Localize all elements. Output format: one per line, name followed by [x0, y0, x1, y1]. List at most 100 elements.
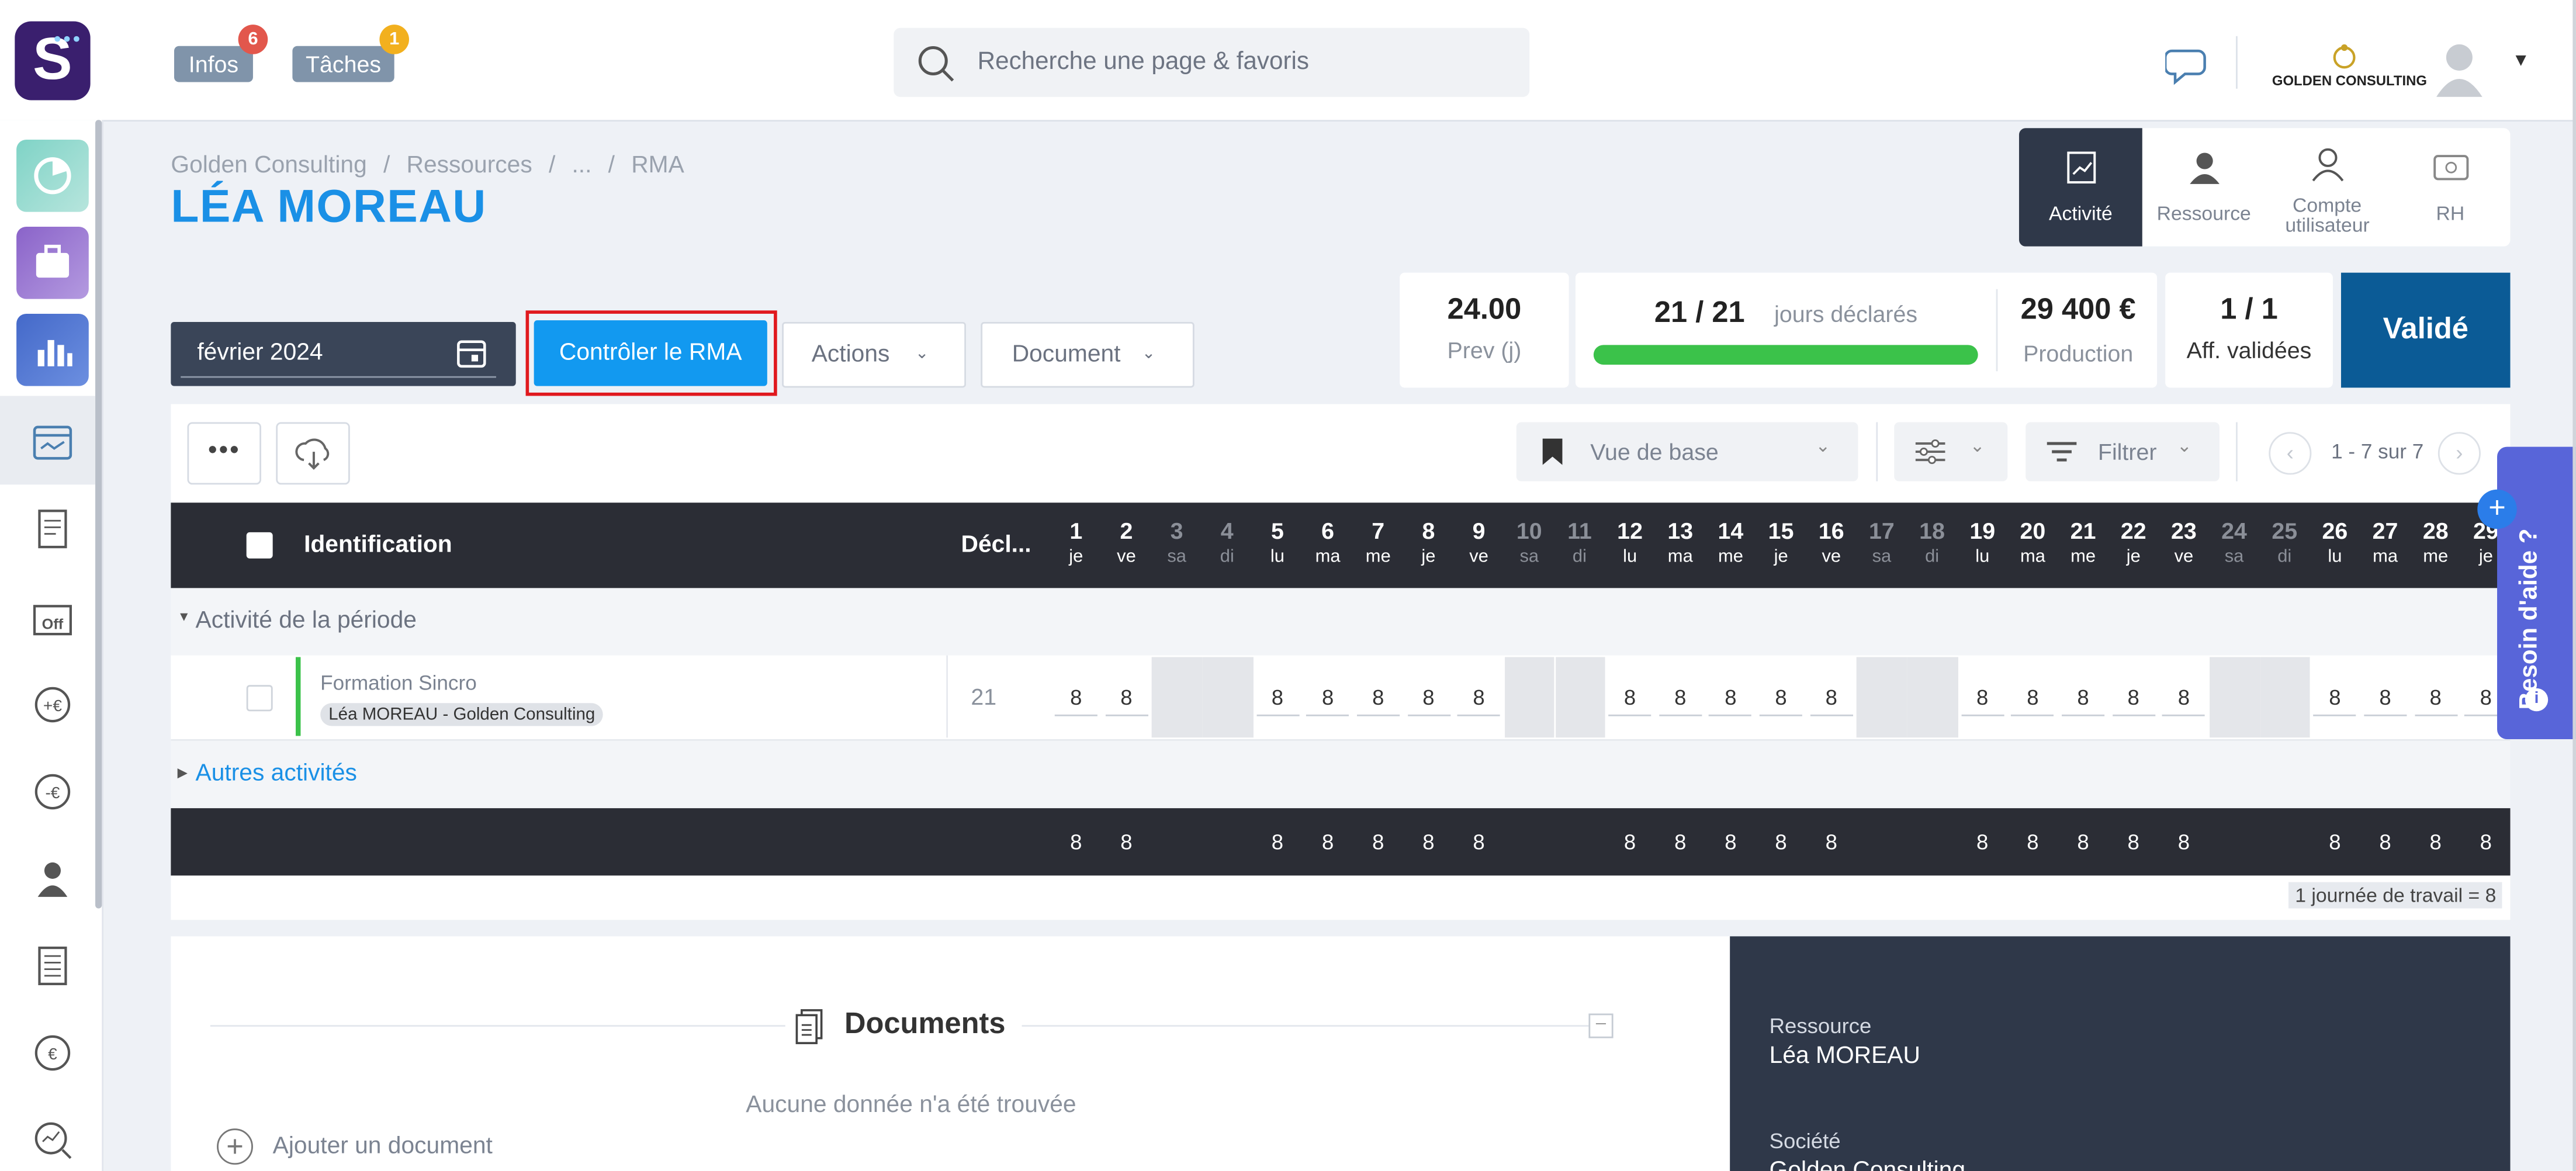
- day-cell-value[interactable]: 8: [1457, 685, 1500, 709]
- search-bar[interactable]: Recherche une page & favoris: [894, 27, 1530, 97]
- taches-button[interactable]: Tâches: [292, 46, 394, 82]
- app-logo[interactable]: S ●●●: [15, 21, 91, 101]
- day-cell-value[interactable]: 8: [1407, 685, 1450, 709]
- next-page-button[interactable]: ›: [2437, 432, 2481, 475]
- day-cell-value[interactable]: 8: [1609, 685, 1651, 709]
- view-selector[interactable]: Vue de base ⌄: [1516, 422, 1858, 481]
- day-header[interactable]: 6 ma: [1303, 518, 1352, 567]
- day-header[interactable]: 10 sa: [1505, 518, 1554, 567]
- day-cell-value[interactable]: 8: [1810, 685, 1853, 709]
- day-cell-value[interactable]: 8: [1961, 685, 2004, 709]
- col-declared[interactable]: Décl...: [961, 532, 1031, 559]
- day-header[interactable]: 21 me: [2058, 518, 2107, 567]
- day-cell-value[interactable]: 8: [1105, 685, 1148, 709]
- day-cell-value[interactable]: 8: [1307, 685, 1349, 709]
- more-options-button[interactable]: •••: [187, 422, 261, 485]
- actions-dropdown[interactable]: Actions ⌄: [782, 321, 966, 388]
- day-cell-value[interactable]: 8: [2162, 685, 2205, 709]
- sidebar-scrollbar[interactable]: [95, 120, 102, 909]
- day-header[interactable]: 1 je: [1051, 518, 1100, 567]
- avatar[interactable]: [2433, 41, 2485, 97]
- day-cell-value[interactable]: 8: [2112, 685, 2155, 709]
- day-cell-value[interactable]: 8: [2414, 685, 2457, 709]
- day-header[interactable]: 28 me: [2411, 518, 2460, 567]
- add-document-icon[interactable]: +: [217, 1128, 253, 1165]
- help-tab[interactable]: + Besoin d'aide ? i: [2477, 446, 2576, 740]
- controler-rma-button[interactable]: Contrôler le RMA: [534, 320, 767, 386]
- day-cell-value[interactable]: 8: [1709, 685, 1752, 709]
- document-list-icon[interactable]: [26, 940, 79, 992]
- document-dropdown[interactable]: Document ⌄: [981, 321, 1194, 388]
- prev-page-button[interactable]: ‹: [2269, 432, 2312, 475]
- infos-button[interactable]: Infos: [174, 46, 253, 82]
- day-header[interactable]: 20 ma: [2008, 518, 2057, 567]
- day-header[interactable]: 4 di: [1203, 518, 1252, 567]
- day-cell-value[interactable]: 8: [2062, 685, 2104, 709]
- day-header[interactable]: 14 me: [1706, 518, 1755, 567]
- day-header[interactable]: 5 lu: [1253, 518, 1302, 567]
- day-header[interactable]: 18 di: [1907, 518, 1957, 567]
- day-header[interactable]: 24 sa: [2210, 518, 2259, 567]
- sidebar-item-business[interactable]: [16, 226, 89, 299]
- row-checkbox[interactable]: [246, 685, 273, 712]
- table-row[interactable]: Formation Sincro Léa MOREAU - Golden Con…: [171, 655, 2511, 741]
- tab-compte-utilisateur[interactable]: Compte utilisateur: [2266, 128, 2389, 246]
- day-header[interactable]: 2 ve: [1102, 518, 1151, 567]
- day-header[interactable]: 26 lu: [2310, 518, 2359, 567]
- day-cell-value[interactable]: 8: [1659, 685, 1702, 709]
- group-period-row[interactable]: ▼ Activité de la période: [171, 588, 2511, 656]
- day-cell-value[interactable]: 8: [1055, 685, 1097, 709]
- day-header[interactable]: 9 ve: [1454, 518, 1503, 567]
- day-header[interactable]: 11 di: [1555, 518, 1604, 567]
- sidebar-item-dashboard[interactable]: [16, 139, 89, 212]
- tab-rh[interactable]: RH: [2388, 128, 2512, 246]
- plus-icon[interactable]: +: [2477, 489, 2517, 529]
- day-cell-value[interactable]: 8: [1256, 685, 1299, 709]
- calendar-icon[interactable]: [453, 335, 490, 371]
- chat-icon[interactable]: [2165, 44, 2214, 87]
- off-calendar-icon[interactable]: Off: [26, 591, 79, 644]
- day-cell-value[interactable]: 8: [2011, 685, 2054, 709]
- day-header[interactable]: 3 sa: [1152, 518, 1201, 567]
- day-header[interactable]: 17 sa: [1857, 518, 1906, 567]
- sidebar-item-reports[interactable]: [16, 313, 89, 386]
- select-all-checkbox[interactable]: [246, 532, 273, 559]
- tab-activite[interactable]: Activité: [2018, 128, 2142, 247]
- col-identification[interactable]: Identification: [304, 532, 452, 559]
- filter-button[interactable]: Filtrer ⌄: [2026, 422, 2220, 481]
- row-name[interactable]: Formation Sincro: [320, 672, 477, 695]
- day-header[interactable]: 22 je: [2109, 518, 2158, 567]
- breadcrumb-item[interactable]: ...: [572, 153, 591, 179]
- day-cell-value[interactable]: 8: [2364, 685, 2407, 709]
- tab-ressource[interactable]: Ressource: [2142, 128, 2266, 246]
- breadcrumb-item[interactable]: Golden Consulting: [171, 153, 366, 179]
- user-menu-caret-icon[interactable]: ▼: [2512, 51, 2530, 71]
- day-header[interactable]: 25 di: [2260, 518, 2309, 567]
- day-header[interactable]: 13 ma: [1656, 518, 1705, 567]
- group-other-row[interactable]: ▶ Autres activités: [171, 740, 2511, 809]
- day-header[interactable]: 7 me: [1353, 518, 1403, 567]
- calendar-activity-icon[interactable]: [26, 415, 79, 468]
- income-icon[interactable]: +€: [26, 678, 79, 731]
- day-header[interactable]: 8 je: [1404, 518, 1453, 567]
- analytics-search-icon[interactable]: [26, 1114, 79, 1166]
- day-cell-value[interactable]: 8: [2314, 685, 2356, 709]
- invoice-icon[interactable]: [26, 503, 79, 555]
- collapse-icon[interactable]: –: [1588, 1013, 1614, 1038]
- euro-circle-icon[interactable]: €: [26, 1027, 79, 1079]
- day-header[interactable]: 27 ma: [2360, 518, 2409, 567]
- breadcrumb-item[interactable]: Ressources: [407, 153, 532, 179]
- day-header[interactable]: 12 lu: [1605, 518, 1654, 567]
- month-picker[interactable]: février 2024: [171, 321, 516, 386]
- download-button[interactable]: [276, 422, 350, 485]
- day-header[interactable]: 23 ve: [2159, 518, 2208, 567]
- expense-icon[interactable]: -€: [26, 765, 79, 818]
- day-cell-value[interactable]: 8: [1760, 685, 1802, 709]
- person-icon[interactable]: [26, 853, 79, 905]
- columns-settings-button[interactable]: ⌄: [1894, 422, 2008, 481]
- day-header[interactable]: 15 je: [1756, 518, 1805, 567]
- day-header[interactable]: 16 ve: [1807, 518, 1856, 567]
- day-cell-value[interactable]: 8: [1357, 685, 1400, 709]
- search-input[interactable]: Recherche une page & favoris: [978, 48, 1309, 76]
- day-header[interactable]: 19 lu: [1958, 518, 2007, 567]
